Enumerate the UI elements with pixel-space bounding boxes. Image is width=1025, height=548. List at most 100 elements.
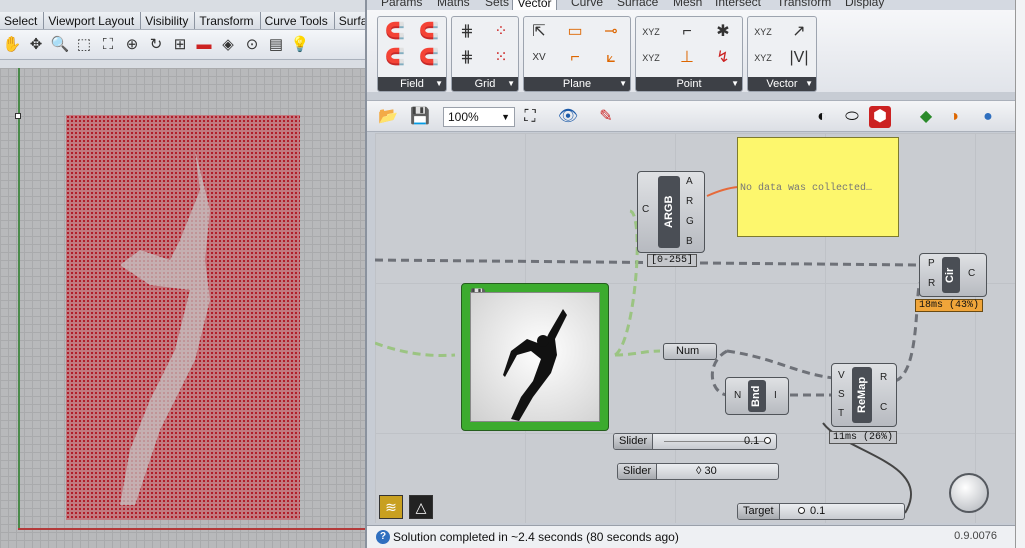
zoom-extents-icon[interactable]: ⛶ [98,35,118,55]
bulb-icon[interactable]: 💡 [290,35,310,55]
pan-icon[interactable]: ✥ [26,35,46,55]
bounds-component[interactable]: N Bnd I [725,377,789,415]
tab-surface[interactable]: Surface [617,0,658,9]
tab-vector[interactable]: Vector [512,0,557,10]
ribbon-group-point: XYZ ⌐ ✱ XYZ ⊥ ↯ Point ▼ [635,16,743,92]
ribbon-label-grid: Grid [474,78,496,90]
zoom-dropdown[interactable]: 100% ▼ [443,107,515,127]
slider-target-knob[interactable] [798,507,805,514]
preview-shaded-icon[interactable]: ⬭ [841,106,863,128]
dancer-halftone-figure [120,150,210,505]
profiler-widget-icon[interactable]: ≋ [379,495,403,519]
zoom-selected-icon[interactable]: ⊕ [122,35,142,55]
rhino-window: Select Viewport Layout Visibility Transform… [0,0,365,548]
slider-radius[interactable]: Slider 0.1 [613,433,777,450]
plane-xy-icon[interactable]: ⇱ [528,21,550,43]
slider-target[interactable]: Target 0.1 [737,503,905,520]
tab-transform[interactable]: Transform [777,0,831,9]
plane-align-icon[interactable]: ⌐ [564,47,586,69]
status-bar: ? Solution completed in ~2.4 seconds (80… [367,525,1025,548]
tab-sets[interactable]: Sets [485,0,509,9]
zoom-window-icon[interactable]: ⬚ [74,35,94,55]
argb-output-a: A [686,176,693,187]
point-polar-icon[interactable]: ⊥ [676,47,698,69]
remap-component[interactable]: V S T ReMap R C [831,363,897,427]
preview-selected-icon[interactable]: ⬢ [869,106,891,128]
tab-params[interactable]: Params [381,0,422,9]
vector-deconstruct-icon[interactable]: XYZ [752,47,774,69]
zoom-extents-icon[interactable]: ⛶ [519,106,541,128]
tab-intersect[interactable]: Intersect [715,0,761,9]
zoom-icon[interactable]: 🔍 [50,35,70,55]
tab-viewport-layout[interactable]: Viewport Layout [44,12,142,29]
field-magnet-icon[interactable]: 🧲 [384,21,406,43]
navigation-compass-icon[interactable] [949,473,989,513]
plane-origin-icon[interactable]: ▭ [564,21,586,43]
ribbon-group-plane: ⇱ ▭ ⊸ XV ⌐ ⟀ Plane ▼ [523,16,631,92]
display-sphere-icon[interactable]: ● [977,106,999,128]
x-axis-line [18,528,365,530]
ribbon-group-vector: XYZ ↗ XYZ |V| Vector ▼ [747,16,817,92]
material-icon[interactable]: ◑ [943,106,965,128]
point-cloud-icon[interactable]: ✱ [712,21,734,43]
grasshopper-canvas[interactable]: C ARGB A R G B [0-255] No data was colle… [375,133,1017,523]
vector-xyz-icon[interactable]: XYZ [752,21,774,43]
number-param[interactable]: Num [663,343,717,360]
point-closest-icon[interactable]: ↯ [712,47,734,69]
plane-rotate-icon[interactable]: ⟀ [600,47,622,69]
argb-component[interactable]: C ARGB A R G B [637,171,705,253]
layer-icon[interactable]: ▤ [266,35,286,55]
gh-component-tabs: Params Maths Sets Vector Curve Surface M… [367,0,1017,10]
rotate-icon[interactable]: ↻ [146,35,166,55]
tab-curve[interactable]: Curve [571,0,603,9]
tab-mesh[interactable]: Mesh [673,0,702,9]
markov-widget-icon[interactable]: △ [409,495,433,519]
grid-rect-icon[interactable]: ⋕ [456,47,478,69]
grid-random-icon[interactable]: ⁙ [490,47,512,69]
bake-icon[interactable]: ◆ [915,106,937,128]
version-label: 0.9.0076 [954,530,997,542]
tab-curve-tools[interactable]: Curve Tools [261,12,335,29]
ribbon-label-vector: Vector [766,78,798,90]
car-icon[interactable]: ▬ [194,35,214,55]
tab-surface[interactable]: Surfa [335,12,365,29]
point-oriented-icon[interactable]: ⌐ [676,21,698,43]
right-edge-panel [1015,0,1025,548]
slider-radius-value: 0.1 [744,435,760,447]
properties-icon[interactable]: ◈ [218,35,238,55]
grasshopper-window: Params Maths Sets Vector Curve Surface M… [365,0,1025,548]
hand-icon[interactable]: ✋ [2,35,22,55]
image-sampler-component[interactable]: 💾 [461,283,609,431]
tab-visibility[interactable]: Visibility [141,12,196,29]
tab-maths[interactable]: Maths [437,0,470,9]
preview-eye-icon[interactable]: 👁 [557,106,579,128]
canvas-widgets: ≋ △ [379,495,439,523]
tab-display[interactable]: Display [845,0,884,9]
data-panel[interactable]: No data was collected… [737,137,899,237]
zoom-value: 100% [448,110,479,124]
point-deconstruct-icon[interactable]: XYZ [640,47,662,69]
vector-length-icon[interactable]: |V| [788,47,810,69]
save-file-icon[interactable]: 💾 [409,106,431,128]
plane-normal-icon[interactable]: ⊸ [600,21,622,43]
field-point-icon[interactable]: 🧲 [384,47,406,69]
circle-component[interactable]: P R Cir C [919,253,987,297]
field-line-icon[interactable]: 🧲 [418,47,440,69]
slider-count[interactable]: Slider ◊ 30 [617,463,779,480]
four-viewports-icon[interactable]: ⊞ [170,35,190,55]
bounds-name: Bnd [748,380,766,412]
plane-xv-icon[interactable]: XV [528,47,550,69]
sketch-pen-icon[interactable]: ✎ [595,106,617,128]
remap-input-s: S [838,389,845,400]
slider-knob[interactable] [764,437,771,444]
grid-populate-icon[interactable]: ⁘ [490,21,512,43]
point-construct-icon[interactable]: XYZ [640,21,662,43]
tab-select[interactable]: Select [0,12,45,29]
circle-icon[interactable]: ⊙ [242,35,262,55]
preview-wireframe-icon[interactable]: ◐ [811,106,833,128]
vector-2pt-icon[interactable]: ↗ [788,21,810,43]
open-file-icon[interactable]: 📂 [377,106,399,128]
field-spin-icon[interactable]: 🧲 [418,21,440,43]
tab-transform[interactable]: Transform [195,12,261,29]
grid-square-icon[interactable]: ⋕ [456,21,478,43]
